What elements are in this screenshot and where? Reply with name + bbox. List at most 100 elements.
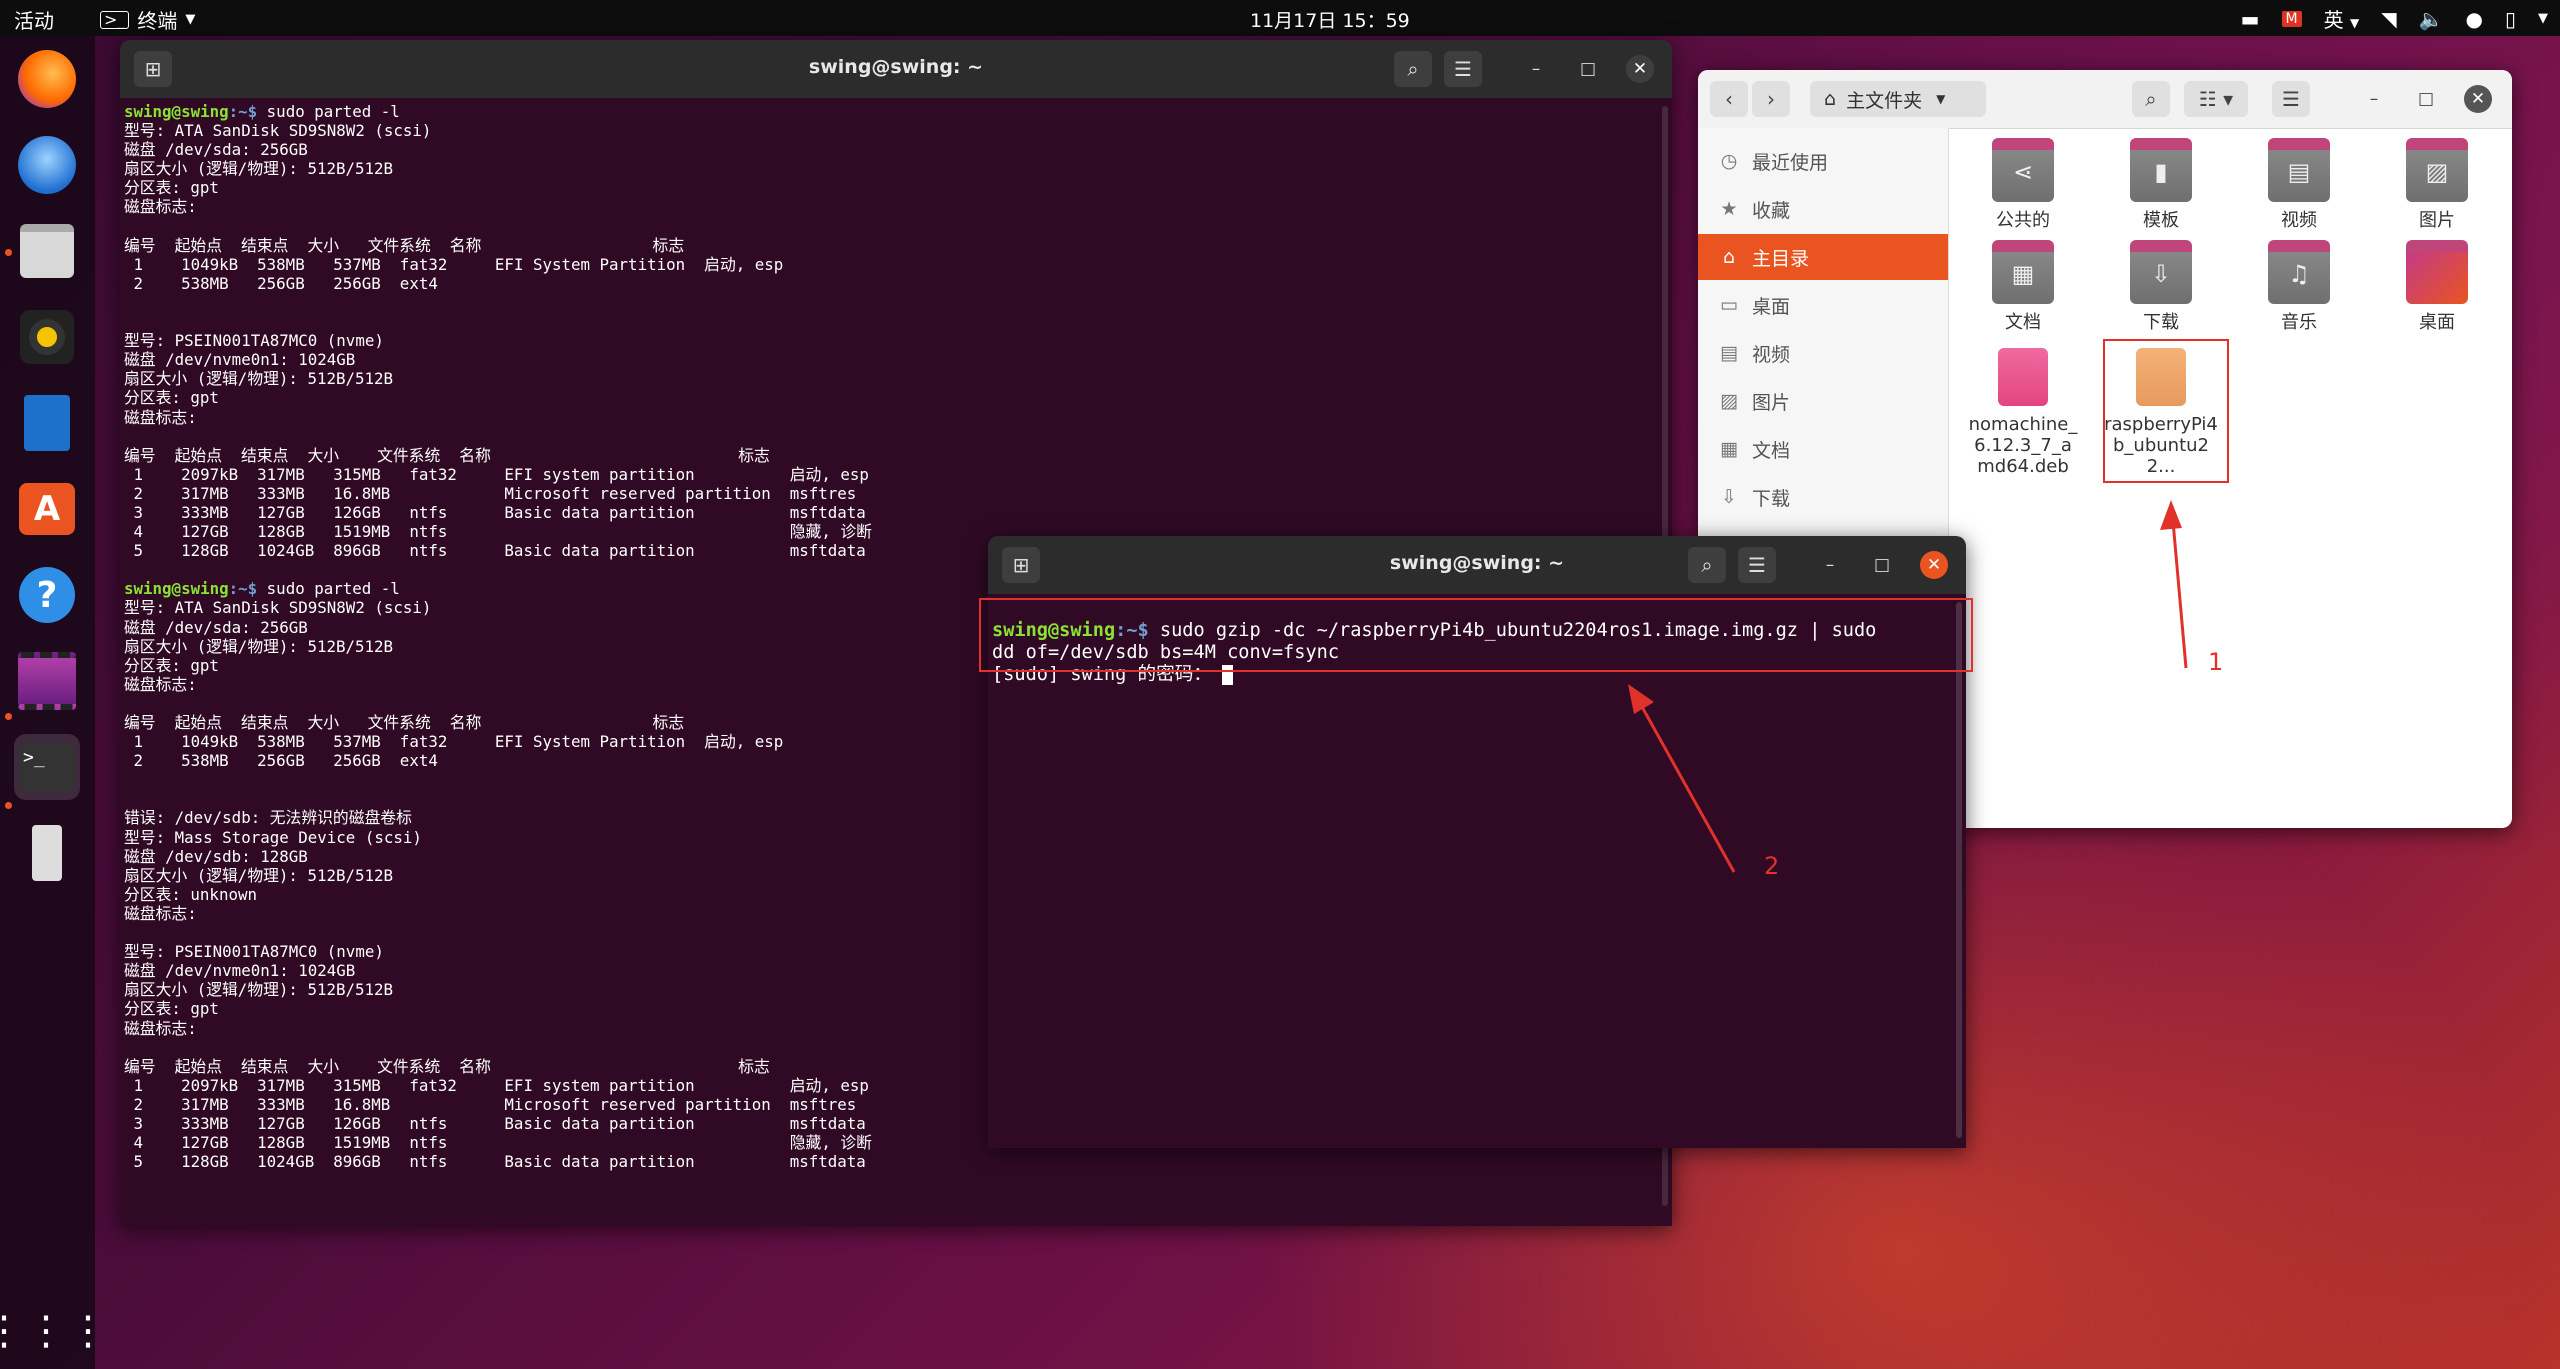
usb-drive-icon[interactable] — [14, 820, 80, 886]
chevron-down-icon[interactable]: ▼ — [2538, 11, 2548, 26]
template-folder-icon: ▮ — [2130, 138, 2192, 202]
command-text: sudo parted -l — [266, 102, 400, 121]
firefox-icon[interactable] — [14, 46, 80, 112]
volume-icon[interactable]: 🔈 — [2419, 7, 2444, 31]
folder-item[interactable]: ⋖ 公共的 — [1958, 138, 2088, 231]
titlebar[interactable]: ⊞ swing@swing: ~ ⌕ ☰ – □ ✕ — [120, 40, 1672, 98]
item-label: 视频 — [2281, 210, 2317, 231]
clock[interactable]: 11月17日 15：59 — [1250, 6, 1410, 33]
maximize-icon[interactable]: □ — [2414, 87, 2438, 111]
maximize-icon[interactable]: □ — [1870, 553, 1894, 577]
view-toggle-icon[interactable]: ☷ ▾ — [2184, 81, 2248, 117]
output-line: 5 128GB 1024GB 896GB ntfs Basic data par… — [124, 1152, 866, 1172]
folder-item[interactable]: ▤ 视频 — [2234, 138, 2364, 231]
dock: A ? >_ ⋮⋮⋮ — [0, 36, 108, 1369]
item-label: 模板 — [2143, 210, 2179, 231]
folder-item[interactable]: ▮ 模板 — [2096, 138, 2226, 231]
home-icon: ⌂ — [1722, 246, 1736, 268]
command-text-continued: dd of=/dev/sdb bs=4M conv=fsync — [992, 642, 1340, 663]
search-icon[interactable]: ⌕ — [2132, 81, 2170, 117]
sidebar-item-label: 下载 — [1752, 487, 1791, 510]
sidebar-item-label: 视频 — [1752, 343, 1791, 366]
home-icon: ⌂ — [1824, 88, 1837, 110]
sidebar-item-label: 文档 — [1752, 439, 1791, 462]
sidebar-item-videos[interactable]: ▤ 视频 — [1698, 330, 1948, 376]
sidebar-item-downloads[interactable]: ⇩ 下载 — [1698, 474, 1948, 520]
file-item[interactable]: nomachine_6.12.3_7_amd64.deb — [1958, 348, 2088, 477]
output-line: 编号 起始点 结束点 大小 文件系统 名称 标志 — [124, 235, 685, 255]
hamburger-menu-icon[interactable]: ☰ — [1444, 51, 1482, 87]
video-editor-icon[interactable] — [14, 648, 80, 714]
output-line: 磁盘 /dev/nvme0n1: 1024GB — [124, 350, 356, 370]
folder-item[interactable]: 桌面 — [2372, 240, 2502, 333]
titlebar[interactable]: ‹ › ⌂ 主文件夹 ▼ ⌕ ☷ ▾ ☰ – □ ✕ — [1698, 70, 2512, 129]
minimize-icon[interactable]: – — [2362, 87, 2386, 111]
sidebar-item-home[interactable]: ⌂ 主目录 — [1698, 234, 1948, 280]
app-menu[interactable]: >_ 终端 ▼ — [100, 5, 195, 34]
thunderbird-icon[interactable] — [14, 132, 80, 198]
forward-icon[interactable]: › — [1752, 81, 1790, 117]
close-icon[interactable]: ✕ — [1626, 55, 1654, 83]
output-line: 磁盘标志: — [124, 197, 197, 217]
battery-icon[interactable]: ▯ — [2505, 7, 2516, 31]
help-icon[interactable]: ? — [14, 562, 80, 628]
files-icon[interactable] — [14, 218, 80, 284]
wifi-icon[interactable]: ◥ — [2381, 7, 2396, 31]
maximize-icon[interactable]: □ — [1576, 57, 1600, 81]
terminal-app-icon: >_ — [100, 10, 130, 29]
input-method-logo-icon[interactable]: M — [2281, 10, 2302, 27]
close-icon[interactable]: ✕ — [1920, 551, 1948, 579]
deb-package-icon — [1998, 348, 2048, 406]
item-label: 图片 — [2419, 210, 2455, 231]
chevron-down-icon: ▼ — [1936, 92, 1946, 106]
show-apps-icon[interactable]: ⋮⋮⋮ — [0, 1298, 108, 1364]
download-folder-icon: ⇩ — [2130, 240, 2192, 304]
annotation-label-1: 1 — [2208, 648, 2224, 676]
minimize-icon[interactable]: – — [1818, 553, 1842, 577]
prompt-line: swing@swing:~$ sudo parted -l — [124, 102, 1668, 121]
location-bar[interactable]: ⌂ 主文件夹 ▼ — [1810, 81, 1986, 117]
sidebar-item-documents[interactable]: ▦ 文档 — [1698, 426, 1948, 472]
sidebar-item-desktop[interactable]: ▭ 桌面 — [1698, 282, 1948, 328]
hamburger-menu-icon[interactable]: ☰ — [1738, 547, 1776, 583]
search-icon[interactable]: ⌕ — [1394, 51, 1432, 87]
writer-icon[interactable] — [14, 390, 80, 456]
close-icon[interactable]: ✕ — [2464, 85, 2492, 113]
sidebar-item-recent[interactable]: ◷ 最近使用 — [1698, 138, 1948, 184]
terminal-output[interactable]: swing@swing:~$ sudo gzip -dc ~/raspberry… — [988, 594, 1966, 1148]
terminal-window-2[interactable]: ⊞ swing@swing: ~ ⌕ ☰ – □ ✕ swing@swing:~… — [988, 536, 1966, 1148]
rhythmbox-icon[interactable] — [14, 304, 80, 370]
video-icon: ▤ — [1720, 342, 1738, 364]
output-line: 分区表: gpt — [124, 388, 219, 408]
activities-button[interactable]: 活动 — [14, 5, 54, 34]
scrollbar[interactable] — [1956, 602, 1962, 1138]
file-item[interactable]: raspberryPi4b_ubuntu22... — [2096, 348, 2226, 477]
sidebar-item-starred[interactable]: ★ 收藏 — [1698, 186, 1948, 232]
hamburger-menu-icon[interactable]: ☰ — [2272, 81, 2310, 117]
terminal-icon[interactable]: >_ — [14, 734, 80, 800]
running-indicator — [5, 802, 12, 809]
running-indicator — [5, 249, 12, 256]
back-icon[interactable]: ‹ — [1710, 81, 1748, 117]
folder-item[interactable]: ♫ 音乐 — [2234, 240, 2364, 333]
sidebar-item-label: 主目录 — [1752, 247, 1810, 270]
text-cursor — [1221, 664, 1233, 685]
item-label: 文档 — [2005, 312, 2041, 333]
ime-indicator[interactable]: 英 ▼ — [2324, 4, 2360, 33]
titlebar[interactable]: ⊞ swing@swing: ~ ⌕ ☰ – □ ✕ — [988, 536, 1966, 594]
folder-item[interactable]: ⇩ 下载 — [2096, 240, 2226, 333]
folder-item[interactable]: ▦ 文档 — [1958, 240, 2088, 333]
clock-icon: ◷ — [1720, 150, 1738, 172]
search-icon[interactable]: ⌕ — [1688, 547, 1726, 583]
microphone-icon[interactable]: ● — [2466, 7, 2483, 31]
desktop-icon: ▭ — [1720, 294, 1738, 316]
camera-icon[interactable]: ▬ — [2241, 7, 2260, 31]
app-center-icon[interactable]: A — [14, 476, 80, 542]
folder-item[interactable]: ▨ 图片 — [2372, 138, 2502, 231]
location-label: 主文件夹 — [1846, 89, 1923, 112]
output-line: 型号: ATA SanDisk SD9SN8W2 (scsi) — [124, 121, 432, 141]
minimize-icon[interactable]: – — [1524, 57, 1548, 81]
sidebar-item-pictures[interactable]: ▨ 图片 — [1698, 378, 1948, 424]
